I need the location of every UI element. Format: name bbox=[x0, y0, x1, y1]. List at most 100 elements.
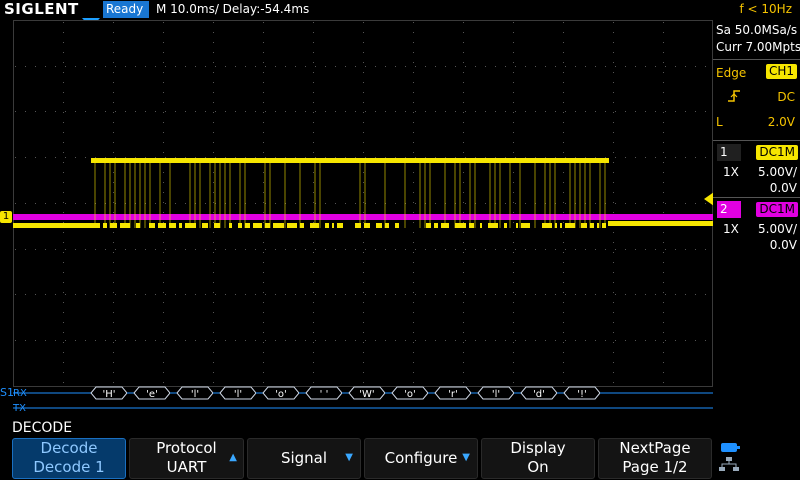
channel-1-trace-segment bbox=[179, 223, 182, 228]
ch1-ground-marker[interactable]: 1 bbox=[0, 211, 12, 223]
channel-1-trace-high bbox=[91, 158, 609, 163]
channel-2-scale: 5.00V/ bbox=[758, 222, 797, 236]
channel-1-trace-segment bbox=[253, 223, 262, 228]
channel-1-trace-segment bbox=[480, 223, 482, 228]
rx-decoded-byte: 'H' bbox=[102, 389, 115, 400]
channel-1-trace-segment bbox=[581, 223, 587, 228]
usb-network-icon bbox=[719, 443, 740, 471]
channel-1-trace-segment bbox=[185, 223, 196, 228]
channel-1-panel[interactable]: 1 DC1M 1X 5.00V/ 0.0V bbox=[713, 140, 800, 197]
rx-decoded-byte: 'o' bbox=[404, 389, 416, 400]
softkey-nextpage-value: Page 1/2 bbox=[622, 458, 688, 476]
channel-1-trace-segment bbox=[300, 223, 304, 228]
channel-1-trace-segment bbox=[245, 223, 250, 228]
channel-1-coupling-badge: DC1M bbox=[756, 145, 798, 160]
channel-1-trace-segment bbox=[287, 223, 297, 228]
channel-2-coupling-badge: DC1M bbox=[756, 202, 798, 217]
top-status-bar: SIGLENT Ready M 10.0ms/ Delay:-54.4ms f … bbox=[0, 0, 800, 19]
trigger-mode: Edge bbox=[716, 66, 747, 80]
channel-1-trace-segment bbox=[516, 223, 518, 228]
softkey-decode-label: Decode bbox=[40, 439, 98, 457]
channel-1-scale: 5.00V/ bbox=[758, 165, 797, 179]
waveform-display[interactable]: 'H' 'e' 'l' 'l' 'o' ' ' 'W' 'o' 'r' 'l' 'd' '!' bbox=[13, 20, 713, 420]
arrow-up-icon: ▲ bbox=[229, 452, 237, 463]
channel-1-trace-idle-right bbox=[608, 221, 713, 226]
side-info-panel: Sa 50.0MSa/s Curr 7.00Mpts Edge CH1 DC L… bbox=[713, 19, 800, 420]
rx-decoded-byte: 'd' bbox=[533, 389, 545, 400]
softkey-protocol-value: UART bbox=[166, 458, 207, 476]
channel-2-number: 2 bbox=[717, 201, 741, 218]
rx-decoded-byte: 'W' bbox=[359, 389, 374, 400]
softkey-configure-label: Configure bbox=[384, 449, 458, 467]
rx-decoded-byte: 'o' bbox=[275, 389, 287, 400]
softkey-protocol[interactable]: Protocol UART ▲ bbox=[129, 438, 244, 479]
rising-edge-icon bbox=[728, 90, 740, 102]
channel-1-trace-segment bbox=[434, 223, 438, 228]
rx-decoded-byte: ' ' bbox=[320, 389, 329, 400]
channel-2-offset: 0.0V bbox=[769, 238, 797, 252]
channel-1-trace-segment bbox=[542, 223, 552, 228]
channel-1-trace-segment bbox=[521, 223, 530, 228]
channel-2-trace bbox=[13, 214, 713, 220]
trigger-level-label: L bbox=[716, 115, 723, 129]
trigger-level: 2.0V bbox=[767, 115, 795, 129]
softkey-display-value: On bbox=[527, 458, 549, 476]
channel-1-trace-segment bbox=[273, 223, 284, 228]
bus-label: S1 bbox=[0, 386, 14, 399]
trigger-source-badge: CH1 bbox=[765, 64, 797, 79]
memory-depth: Curr 7.00Mpts bbox=[716, 40, 800, 54]
rx-label: RX bbox=[13, 388, 27, 399]
channel-1-trace-segment bbox=[325, 223, 329, 228]
softkey-signal[interactable]: Signal ▼ bbox=[247, 438, 361, 479]
channel-1-trace-segment bbox=[488, 223, 498, 228]
channel-1-trace-segment bbox=[110, 223, 117, 228]
brand-logo: SIGLENT bbox=[4, 0, 79, 18]
softkey-decode-value: Decode 1 bbox=[33, 458, 105, 476]
channel-1-trace-segment bbox=[395, 223, 399, 228]
channel-2-panel[interactable]: 2 DC1M 1X 5.00V/ 0.0V bbox=[713, 197, 800, 254]
rx-decoded-byte: 'l' bbox=[191, 389, 199, 400]
channel-1-trace-segment bbox=[93, 223, 100, 228]
channel-1-trace-segment bbox=[229, 223, 232, 228]
arrow-down-icon: ▼ bbox=[345, 452, 353, 463]
frequency-counter: f < 10Hz bbox=[739, 2, 793, 16]
softkey-decode[interactable]: Decode Decode 1 bbox=[12, 438, 126, 479]
softkey-display[interactable]: Display On bbox=[481, 438, 595, 479]
channel-1-trace-segment bbox=[136, 223, 140, 228]
channel-1-trace-segment bbox=[455, 223, 466, 228]
menu-title: DECODE bbox=[12, 420, 73, 436]
ch1-marker-label: 1 bbox=[2, 211, 10, 222]
softkey-nextpage[interactable]: NextPage Page 1/2 bbox=[598, 438, 712, 479]
channel-1-trace-segment bbox=[337, 223, 343, 228]
sample-rate: Sa 50.0MSa/s bbox=[716, 23, 798, 37]
rx-decoded-byte: 'r' bbox=[448, 389, 458, 400]
softkey-bar: Decode Decode 1 Protocol UART ▲ Signal ▼… bbox=[0, 437, 800, 480]
channel-2-probe: 1X bbox=[723, 222, 739, 236]
channel-1-trace-segment bbox=[158, 223, 166, 228]
channel-1-trace-segment bbox=[597, 223, 599, 228]
channel-1-probe: 1X bbox=[723, 165, 739, 179]
channel-1-trace-segment bbox=[310, 223, 319, 228]
timebase-readout: M 10.0ms/ Delay:-54.4ms bbox=[156, 2, 310, 16]
trigger-coupling: DC bbox=[777, 90, 795, 104]
waveform-traces: 'H' 'e' 'l' 'l' 'o' ' ' 'W' 'o' 'r' 'l' 'd' '!' bbox=[13, 158, 713, 409]
channel-1-trace-segment bbox=[385, 223, 389, 228]
arrow-down-icon: ▼ bbox=[462, 452, 470, 463]
acquisition-status-badge: Ready bbox=[103, 1, 149, 18]
softkey-protocol-label: Protocol bbox=[156, 439, 217, 457]
channel-1-offset: 0.0V bbox=[769, 181, 797, 195]
softkey-configure[interactable]: Configure ▼ bbox=[364, 438, 478, 479]
softkey-signal-label: Signal bbox=[280, 449, 328, 467]
channel-1-number: 1 bbox=[717, 144, 741, 161]
channel-1-trace-segment bbox=[202, 223, 208, 228]
channel-1-trace-segment bbox=[560, 223, 562, 228]
rx-decoded-byte: '!' bbox=[577, 389, 587, 400]
tx-label: TX bbox=[13, 403, 26, 414]
rx-decoded-byte: 'e' bbox=[146, 389, 158, 400]
channel-1-trace-segment bbox=[265, 223, 270, 228]
softkey-nextpage-label: NextPage bbox=[619, 439, 691, 457]
channel-1-trace-segment bbox=[332, 223, 334, 228]
decode-bus-marker[interactable]: S1 bbox=[0, 386, 14, 408]
channel-1-trace-segment bbox=[376, 223, 382, 228]
channel-1-trace-segment bbox=[590, 223, 594, 228]
